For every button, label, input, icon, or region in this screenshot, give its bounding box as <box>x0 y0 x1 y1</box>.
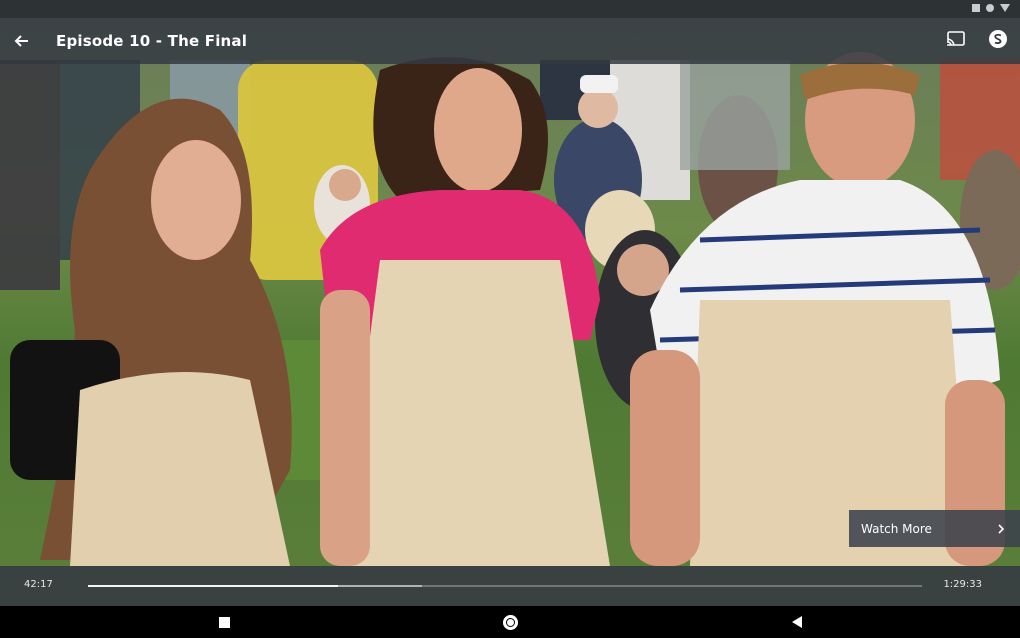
arrow-left-icon <box>14 35 28 47</box>
recents-button[interactable] <box>216 614 232 630</box>
channel-logo-icon <box>989 30 1007 48</box>
elapsed-time: 42:17 <box>24 579 53 590</box>
top-bar-actions <box>946 18 1008 64</box>
signal-triangle-icon <box>1000 4 1010 12</box>
nav-back-button[interactable] <box>789 614 805 630</box>
played-progress <box>88 585 339 587</box>
seek-bar[interactable] <box>88 585 922 587</box>
video-player-screen: Episode 10 - The Final Watch More 42:17 … <box>0 0 1020 638</box>
player-top-bar: Episode 10 - The Final <box>0 18 1020 64</box>
episode-title: Episode 10 - The Final <box>56 32 248 50</box>
total-duration: 1:29:33 <box>943 579 982 590</box>
home-circle-icon <box>502 614 518 630</box>
watch-more-button[interactable]: Watch More <box>849 510 1020 547</box>
status-dot-icon <box>986 4 994 12</box>
watch-more-label: Watch More <box>861 521 932 536</box>
playback-controls: 42:17 1:29:33 <box>0 566 1020 606</box>
cast-icon <box>946 31 965 47</box>
recents-square-icon <box>218 616 230 628</box>
chevron-right-icon <box>998 523 1005 534</box>
home-button[interactable] <box>502 614 518 630</box>
back-triangle-icon <box>792 616 802 628</box>
channel-logo-button[interactable] <box>988 29 1008 53</box>
system-navigation-bar <box>0 606 1020 638</box>
status-icons <box>972 4 1010 12</box>
notification-square-icon <box>972 4 980 12</box>
back-button[interactable] <box>0 18 44 64</box>
system-status-bar <box>0 0 1020 18</box>
cast-button[interactable] <box>946 31 966 51</box>
